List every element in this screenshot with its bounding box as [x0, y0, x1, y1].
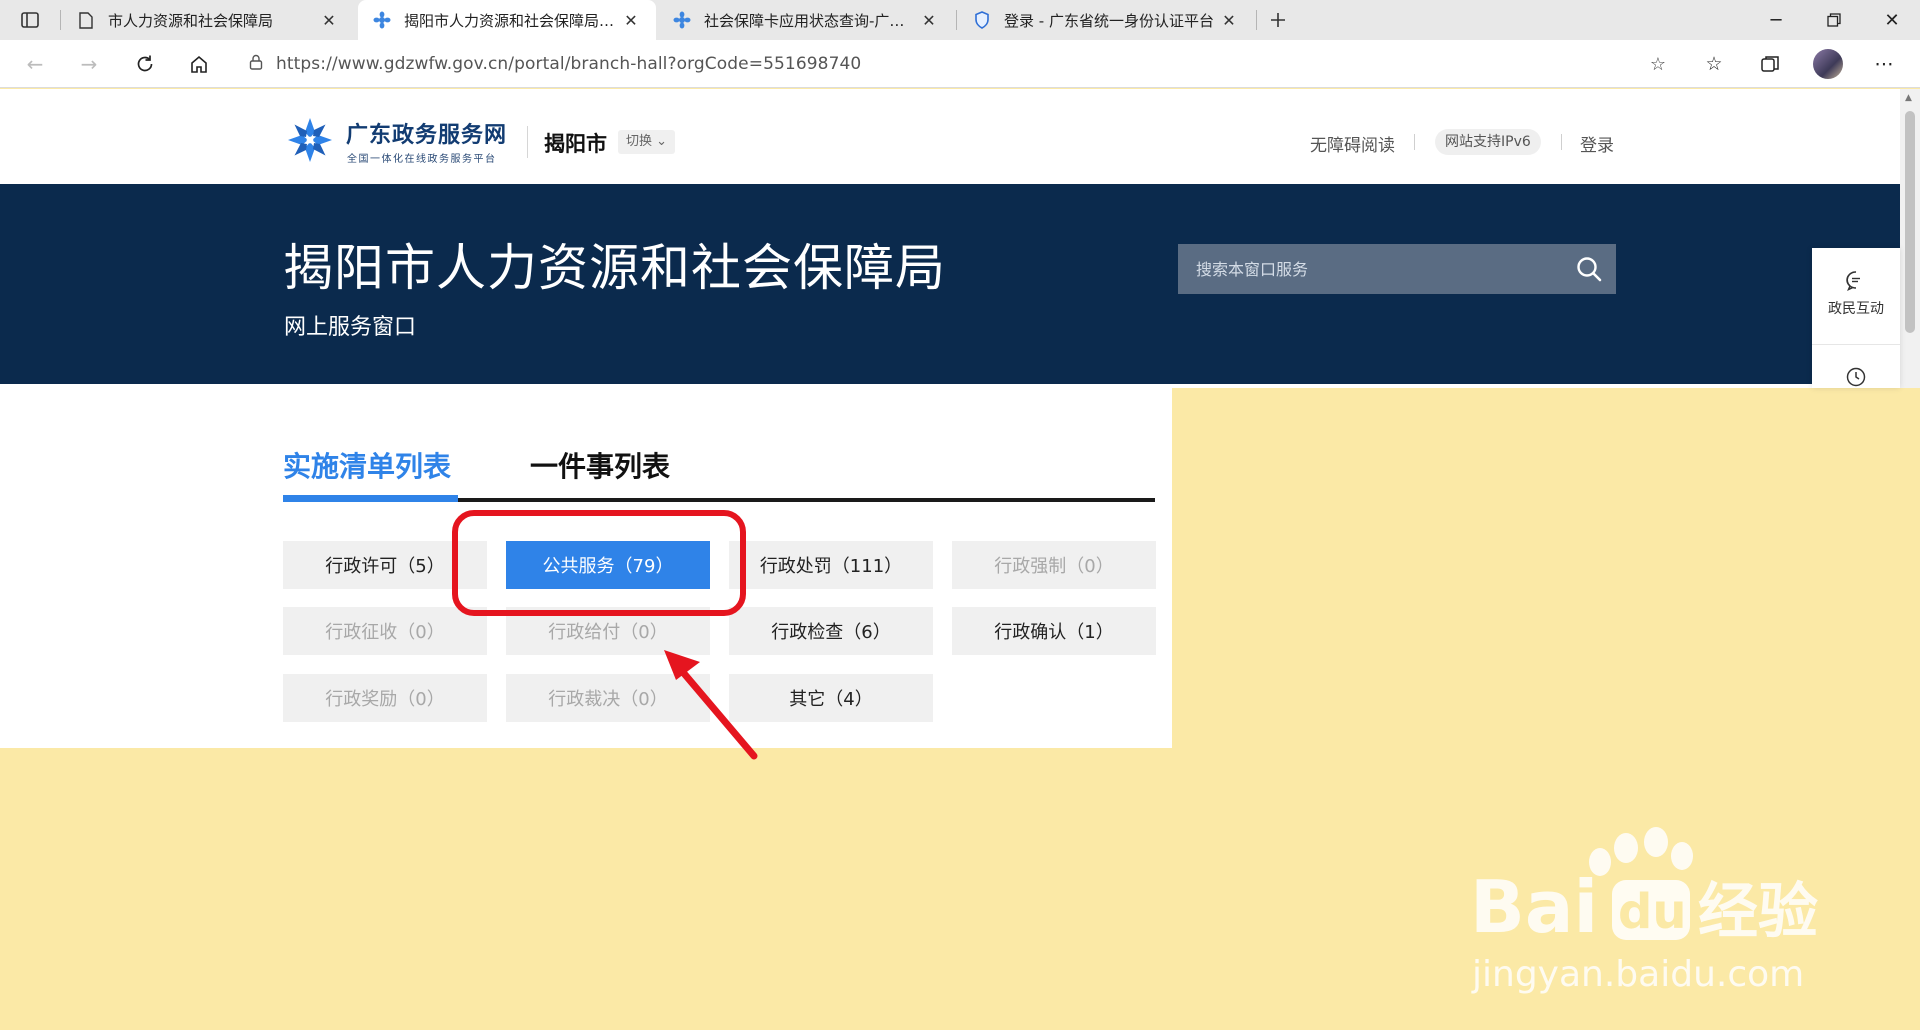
close-icon[interactable]: ✕: [918, 11, 940, 30]
tab-title: 登录 - 广东省统一身份认证平台: [1004, 11, 1214, 30]
page-scrollbar[interactable]: ▲: [1900, 89, 1920, 388]
category-administrative-enforcement[interactable]: 行政强制（0）: [952, 541, 1156, 589]
shield-icon: [972, 10, 992, 30]
close-icon[interactable]: ✕: [1218, 11, 1240, 30]
home-icon[interactable]: [182, 48, 216, 80]
baidu-jingyan-watermark: Bai du 经验 jingyan.baidu.com: [1470, 827, 1818, 995]
ipv6-badge: 网站支持IPv6: [1435, 129, 1541, 155]
tab-actions-icon[interactable]: [8, 6, 52, 34]
accessibility-link[interactable]: 无障碍阅读: [1310, 131, 1395, 156]
annotation-highlight-box: [452, 510, 746, 616]
lock-icon[interactable]: [236, 54, 276, 74]
category-administrative-penalty[interactable]: 行政处罚（111）: [729, 541, 933, 589]
svg-text:jingyan.baidu.com: jingyan.baidu.com: [1471, 954, 1804, 995]
profile-avatar[interactable]: [1813, 49, 1843, 79]
tab-separator: [956, 10, 957, 30]
gdzwfw-favicon-icon: [372, 10, 392, 30]
restore-icon[interactable]: [1806, 0, 1862, 40]
more-menu-icon[interactable]: ⋯: [1864, 48, 1904, 80]
site-logo-subtitle: 全国一体化在线政务服务平台: [347, 154, 497, 165]
panel-divider: [1812, 344, 1900, 345]
tab-title: 市人力资源和社会保障局: [108, 11, 274, 30]
interaction-label: 政民互动: [1828, 301, 1884, 317]
chevron-down-icon: ⌄: [656, 134, 668, 149]
gdzwfw-logo-icon[interactable]: [286, 116, 334, 164]
history-button[interactable]: [1812, 366, 1900, 392]
category-administrative-confirmation[interactable]: 行政确认（1）: [952, 607, 1156, 655]
scrollbar-thumb[interactable]: [1905, 111, 1915, 333]
refresh-icon[interactable]: [128, 48, 162, 80]
page-title: 揭阳市人力资源和社会保障局: [283, 239, 946, 297]
close-icon[interactable]: ✕: [318, 11, 340, 30]
address-field[interactable]: https://www.gdzwfw.gov.cn/portal/branch-…: [236, 46, 1678, 82]
category-administrative-reward[interactable]: 行政奖励（0）: [283, 674, 487, 722]
switch-city-button[interactable]: 切换 ⌄: [618, 130, 676, 154]
browser-tab-2[interactable]: 揭阳市人力资源和社会保障局政务服务 ✕: [358, 0, 656, 40]
current-city: 揭阳市: [544, 132, 607, 156]
page-icon: [76, 10, 96, 30]
annotation-arrow-icon: [664, 650, 758, 760]
browser-tab-1[interactable]: 市人力资源和社会保障局 ✕: [62, 0, 354, 40]
back-icon[interactable]: ←: [18, 48, 52, 80]
collections-icon[interactable]: [1750, 48, 1790, 80]
header-divider: [527, 126, 528, 158]
forward-icon[interactable]: →: [72, 48, 106, 80]
minimize-icon[interactable]: ─: [1748, 0, 1804, 40]
svg-text:Bai: Bai: [1470, 865, 1598, 949]
category-administrative-levy[interactable]: 行政征收（0）: [283, 607, 487, 655]
search-icon[interactable]: [1562, 244, 1616, 294]
svg-text:du: du: [1618, 884, 1687, 940]
add-favorite-icon[interactable]: ☆: [1638, 48, 1678, 80]
site-logo-name[interactable]: 广东政务服务网: [346, 117, 507, 149]
favorites-icon[interactable]: ☆: [1694, 48, 1734, 80]
browser-tab-3[interactable]: 社会保障卡应用状态查询-广东政务服务网 ✕: [658, 0, 954, 40]
scroll-up-icon[interactable]: ▲: [1905, 93, 1912, 103]
gdzwfw-favicon-icon: [672, 10, 692, 30]
close-icon[interactable]: ✕: [620, 11, 642, 30]
active-tab-indicator: [283, 495, 458, 502]
clock-history-icon: [1846, 367, 1866, 387]
switch-city-label: 切换: [626, 134, 653, 149]
svg-text:经验: 经验: [1698, 877, 1818, 947]
browser-tab-4[interactable]: 登录 - 广东省统一身份认证平台 ✕: [958, 0, 1254, 40]
search-input[interactable]: [1178, 244, 1562, 294]
address-toolbar: ← → https://www.gdzwfw.gov.cn/portal/bra…: [0, 40, 1920, 88]
floating-side-panel: 政民互动: [1812, 248, 1900, 388]
tab-one-thing-list[interactable]: 一件事列表: [530, 445, 670, 485]
login-link[interactable]: 登录: [1580, 131, 1614, 156]
tab-title: 揭阳市人力资源和社会保障局政务服务: [404, 11, 620, 30]
tab-implementation-list[interactable]: 实施清单列表: [283, 445, 451, 485]
header-separator: [1561, 134, 1562, 150]
browser-tab-bar: 市人力资源和社会保障局 ✕ 揭阳市人力资源和社会保障局政务服务 ✕ 社会保障卡应…: [0, 0, 1920, 40]
tab-separator: [60, 10, 61, 30]
url-text: https://www.gdzwfw.gov.cn/portal/branch-…: [276, 54, 862, 74]
interaction-button[interactable]: 政民互动: [1812, 270, 1900, 318]
chat-bubble-icon: [1846, 271, 1860, 291]
header-separator: [1414, 134, 1415, 150]
site-header: [0, 89, 1900, 184]
new-tab-icon[interactable]: [1256, 6, 1300, 34]
tab-title: 社会保障卡应用状态查询-广东政务服务网: [704, 11, 918, 30]
page-subtitle: 网上服务窗口: [284, 315, 417, 340]
close-window-icon[interactable]: ✕: [1864, 0, 1920, 40]
window-search-box: [1178, 244, 1616, 294]
